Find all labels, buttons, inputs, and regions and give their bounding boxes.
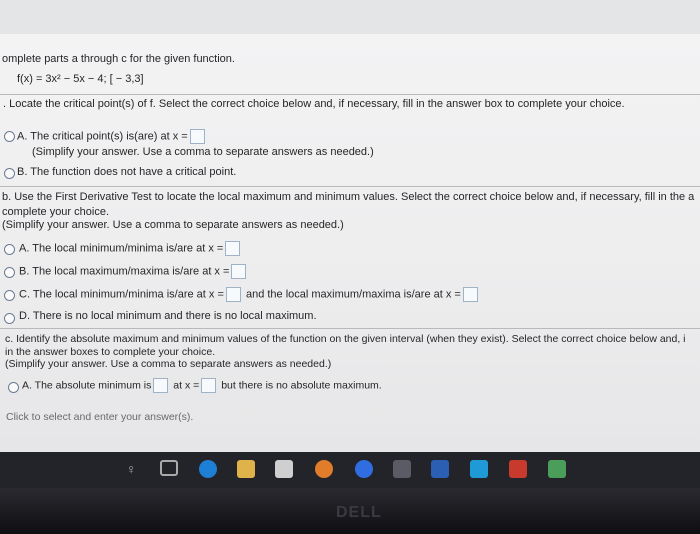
divider — [0, 94, 700, 95]
part-a-option-a-radio[interactable] — [4, 131, 15, 142]
part-b-option-c[interactable]: C. The local minimum/minima is/are at x … — [19, 287, 480, 302]
part-b-option-b[interactable]: B. The local maximum/maxima is/are at x … — [19, 264, 248, 279]
footer-instruction: Click to select and enter your answer(s)… — [6, 411, 194, 423]
option-letter: C. — [19, 288, 30, 301]
answer-box[interactable] — [189, 129, 205, 144]
divider — [0, 186, 700, 187]
divider — [0, 328, 700, 329]
photos-icon[interactable] — [548, 460, 566, 478]
store-icon[interactable] — [275, 460, 293, 478]
part-b-option-d[interactable]: D. There is no local minimum and there i… — [19, 310, 317, 322]
part-c-prompt-cont: in the answer boxes to complete your cho… — [5, 346, 216, 358]
option-text: but there is no absolute maximum. — [221, 379, 382, 392]
part-b-option-b-radio[interactable] — [4, 267, 15, 278]
answer-box[interactable] — [225, 241, 241, 256]
acrobat-icon[interactable] — [509, 460, 527, 478]
part-b-hint: (Simplify your answer. Use a comma to se… — [2, 219, 344, 231]
option-text: at x = — [173, 379, 200, 392]
answer-box[interactable] — [153, 378, 169, 393]
option-letter: B. — [17, 166, 28, 178]
task-view-icon[interactable] — [160, 460, 178, 476]
answer-box[interactable] — [201, 378, 217, 393]
firefox-icon[interactable] — [355, 460, 373, 478]
microphone-icon[interactable]: ♀ — [126, 460, 138, 478]
option-text: The local minimum/minima is/are at x = — [32, 288, 224, 301]
part-b-option-a[interactable]: A. The local minimum/minima is/are at x … — [19, 241, 242, 256]
part-c-option-a-radio[interactable] — [8, 382, 19, 393]
part-b-prompt-cont: complete your choice. — [2, 206, 109, 218]
option-letter: A. — [22, 379, 32, 392]
option-letter: A. — [17, 130, 28, 143]
part-c-hint: (Simplify your answer. Use a comma to se… — [5, 358, 332, 370]
answer-box[interactable] — [231, 264, 247, 279]
taskbar: ♀ — [0, 452, 700, 488]
app-icon[interactable] — [393, 460, 411, 478]
option-text: The critical point(s) is(are) at x = — [30, 130, 188, 143]
option-text: There is no local minimum and there is n… — [32, 310, 317, 322]
function-definition: f(x) = 3x² − 5x − 4; [ − 3,3] — [17, 73, 144, 85]
part-c-option-a[interactable]: A. The absolute minimum is at x = but th… — [22, 378, 382, 393]
part-a-hint: (Simplify your answer. Use a comma to se… — [32, 146, 374, 158]
part-b-option-a-radio[interactable] — [4, 244, 15, 255]
part-b-prompt: b. Use the First Derivative Test to loca… — [2, 191, 695, 203]
option-letter: A. — [19, 242, 30, 255]
edge-browser-icon[interactable] — [199, 460, 217, 478]
dell-logo: DELL — [336, 504, 382, 521]
part-a-prompt: . Locate the critical point(s) of f. Sel… — [3, 98, 625, 110]
chrome-icon[interactable] — [315, 460, 333, 478]
option-text: The function does not have a critical po… — [30, 166, 237, 178]
part-a-option-b-radio[interactable] — [4, 168, 15, 179]
part-c-prompt: c. Identify the absolute maximum and min… — [5, 333, 686, 345]
option-letter: B. — [19, 265, 30, 278]
answer-box[interactable] — [462, 287, 478, 302]
option-text: The local maximum/maxima is/are at x = — [32, 265, 230, 278]
part-a-option-a[interactable]: A. The critical point(s) is(are) at x = — [17, 129, 207, 144]
option-text: The absolute minimum is — [34, 379, 152, 392]
answer-box[interactable] — [225, 287, 241, 302]
word-icon[interactable] — [431, 460, 449, 478]
instructions-header: omplete parts a through c for the given … — [2, 53, 235, 65]
skype-icon[interactable] — [470, 460, 488, 478]
option-text: The local minimum/minima is/are at x = — [32, 242, 224, 255]
option-text-cont: and the local maximum/maxima is/are at x… — [245, 288, 461, 301]
file-explorer-icon[interactable] — [237, 460, 255, 478]
option-letter: D. — [19, 310, 30, 322]
part-b-option-c-radio[interactable] — [4, 290, 15, 301]
part-b-option-d-radio[interactable] — [4, 313, 15, 324]
top-band — [0, 0, 700, 34]
question-panel: omplete parts a through c for the given … — [0, 0, 700, 452]
part-a-option-b[interactable]: B. The function does not have a critical… — [17, 166, 236, 178]
